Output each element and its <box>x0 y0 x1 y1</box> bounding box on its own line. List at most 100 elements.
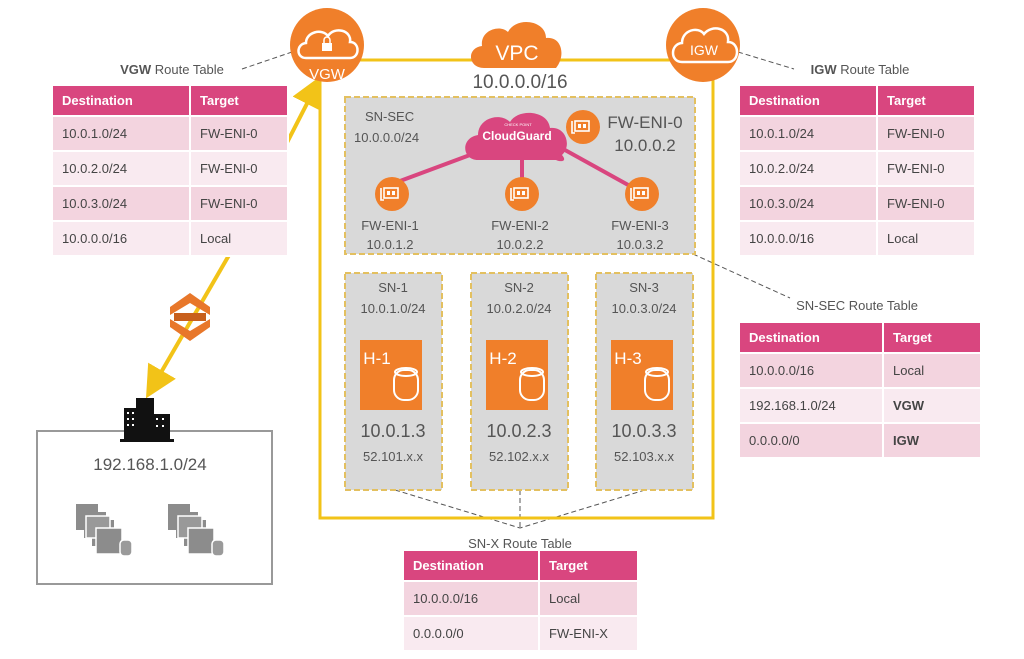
vgw-route-table: Destination Target 10.0.1.0/24 FW-ENI-0 10.0… <box>51 84 289 257</box>
host-ip: 10.0.3.3 <box>611 421 676 441</box>
network-card-icon <box>565 109 601 145</box>
table-row: 192.168.1.0/24 VGW <box>738 387 982 424</box>
sn-x-route-table: Destination Target 10.0.0.0/16 Local 0.0.0.0… <box>402 549 639 652</box>
table-cell: 0.0.0.0/0 <box>402 615 540 652</box>
table-row: 10.0.2.0/24 FW-ENI-0 <box>738 150 976 187</box>
host-ip: 10.0.2.3 <box>486 421 551 441</box>
column-header: Destination <box>738 84 878 117</box>
table-cell: 10.0.1.0/24 <box>51 115 191 152</box>
cloudguard-brand: CHECK POINT <box>504 122 532 127</box>
onprem-cidr: 192.168.1.0/24 <box>93 455 206 474</box>
column-header: Destination <box>402 549 540 582</box>
network-card-icon <box>624 176 660 212</box>
table-cell: FW-ENI-0 <box>189 115 289 152</box>
table-cell: FW-ENI-0 <box>876 150 976 187</box>
sn-sec-route-table: Destination Target 10.0.0.0/16 Local 192.168… <box>738 321 982 459</box>
vpc-cidr: 10.0.0.0/16 <box>472 72 567 93</box>
table-row: 10.0.3.0/24 FW-ENI-0 <box>51 185 289 222</box>
eni-ip: 10.0.1.2 <box>367 237 414 252</box>
eni0-ip: 10.0.0.2 <box>614 136 675 155</box>
table-cell: Local <box>538 580 639 617</box>
table-row: 10.0.2.0/24 FW-ENI-0 <box>51 150 289 187</box>
vgw-label: VGW <box>309 66 346 83</box>
host-name: H-2 <box>489 349 516 368</box>
eni-ip: 10.0.2.2 <box>497 237 544 252</box>
column-header: Target <box>882 321 982 354</box>
table-cell: 10.0.3.0/24 <box>738 185 878 222</box>
table-row: 10.0.0.0/16 Local <box>738 352 982 389</box>
host-public-ip: 52.102.x.x <box>489 449 549 464</box>
table-cell: 10.0.0.0/16 <box>402 580 540 617</box>
table-cell: Local <box>189 220 289 257</box>
table-row: 10.0.0.0/16 Local <box>402 580 639 617</box>
sn-sec-route-table-title: SN-SEC Route Table <box>796 298 918 313</box>
host-public-ip: 52.101.x.x <box>363 449 423 464</box>
subnet-name: SN-2 <box>504 280 534 295</box>
column-header: Destination <box>738 321 884 354</box>
igw-label: IGW <box>690 42 719 58</box>
host-name: H-3 <box>614 349 641 368</box>
subnet-3: SN-3 10.0.3.0/24 H-3 10.0.3.3 52.103.x.x <box>595 272 694 491</box>
sn-sec-cidr: 10.0.0.0/24 <box>354 130 419 145</box>
table-cell: 0.0.0.0/0 <box>738 422 884 459</box>
table-cell: FW-ENI-0 <box>876 185 976 222</box>
office-building-icon <box>120 398 174 442</box>
eni-name: FW-ENI-2 <box>491 218 549 233</box>
igw-route-table: Destination Target 10.0.1.0/24 FW-ENI-0 10.0… <box>738 84 976 257</box>
table-header: Destination Target <box>51 84 289 117</box>
cloudguard-label: CloudGuard <box>482 129 551 143</box>
table-row: 10.0.3.0/24 FW-ENI-0 <box>738 185 976 222</box>
sn-sec-name: SN-SEC <box>365 109 414 124</box>
column-header: Target <box>189 84 289 117</box>
eni-ip: 10.0.3.2 <box>617 237 664 252</box>
table-header: Destination Target <box>402 549 639 582</box>
vgw-route-table-title: VGW Route Table <box>120 62 224 77</box>
table-row: 10.0.1.0/24 FW-ENI-0 <box>51 115 289 152</box>
table-row: 10.0.0.0/16 Local <box>51 220 289 257</box>
table-header: Destination Target <box>738 84 976 117</box>
diagram: 192.168.1.0/24 SN-SEC 10.0.0.0/24 CHECK … <box>0 0 1024 659</box>
table-cell: IGW <box>882 422 982 459</box>
subnet-1: SN-1 10.0.1.0/24 H-1 10.0.1.3 52.101.x.x <box>344 272 443 491</box>
subnet-name: SN-1 <box>378 280 408 295</box>
table-cell: Local <box>882 352 982 389</box>
network-card-icon <box>504 176 540 212</box>
subnet-2: SN-2 10.0.2.0/24 H-2 10.0.2.3 52.102.x.x <box>470 272 569 491</box>
host-public-ip: 52.103.x.x <box>614 449 674 464</box>
onprem-network-box <box>36 430 273 585</box>
table-cell: 10.0.0.0/16 <box>738 352 884 389</box>
table-cell: VGW <box>882 387 982 424</box>
network-card-icon <box>374 176 410 212</box>
eni-name: FW-ENI-1 <box>361 218 419 233</box>
subnet-cidr: 10.0.2.0/24 <box>486 301 551 316</box>
eni0-name: FW-ENI-0 <box>607 113 682 132</box>
eni-name: FW-ENI-3 <box>611 218 669 233</box>
table-cell: 10.0.0.0/16 <box>51 220 191 257</box>
table-row: 0.0.0.0/0 IGW <box>738 422 982 459</box>
column-header: Target <box>876 84 976 117</box>
vpc-label: VPC <box>495 42 538 65</box>
table-cell: 10.0.0.0/16 <box>738 220 878 257</box>
column-header: Destination <box>51 84 191 117</box>
subnet-cidr: 10.0.1.0/24 <box>360 301 425 316</box>
table-cell: FW-ENI-0 <box>189 150 289 187</box>
table-cell: 10.0.2.0/24 <box>51 150 191 187</box>
table-cell: FW-ENI-0 <box>876 115 976 152</box>
table-cell: 192.168.1.0/24 <box>738 387 884 424</box>
table-cell: FW-ENI-0 <box>189 185 289 222</box>
table-cell: 10.0.2.0/24 <box>738 150 878 187</box>
subnet-cidr: 10.0.3.0/24 <box>611 301 676 316</box>
table-row: 0.0.0.0/0 FW-ENI-X <box>402 615 639 652</box>
table-row: 10.0.1.0/24 FW-ENI-0 <box>738 115 976 152</box>
table-header: Destination Target <box>738 321 982 354</box>
table-cell: FW-ENI-X <box>538 615 639 652</box>
table-cell: 10.0.3.0/24 <box>51 185 191 222</box>
host-name: H-1 <box>363 349 390 368</box>
subnet-name: SN-3 <box>629 280 659 295</box>
igw-route-table-title: IGW Route Table <box>810 62 910 77</box>
table-cell: 10.0.1.0/24 <box>738 115 878 152</box>
table-row: 10.0.0.0/16 Local <box>738 220 976 257</box>
host-ip: 10.0.1.3 <box>360 421 425 441</box>
table-cell: Local <box>876 220 976 257</box>
column-header: Target <box>538 549 639 582</box>
